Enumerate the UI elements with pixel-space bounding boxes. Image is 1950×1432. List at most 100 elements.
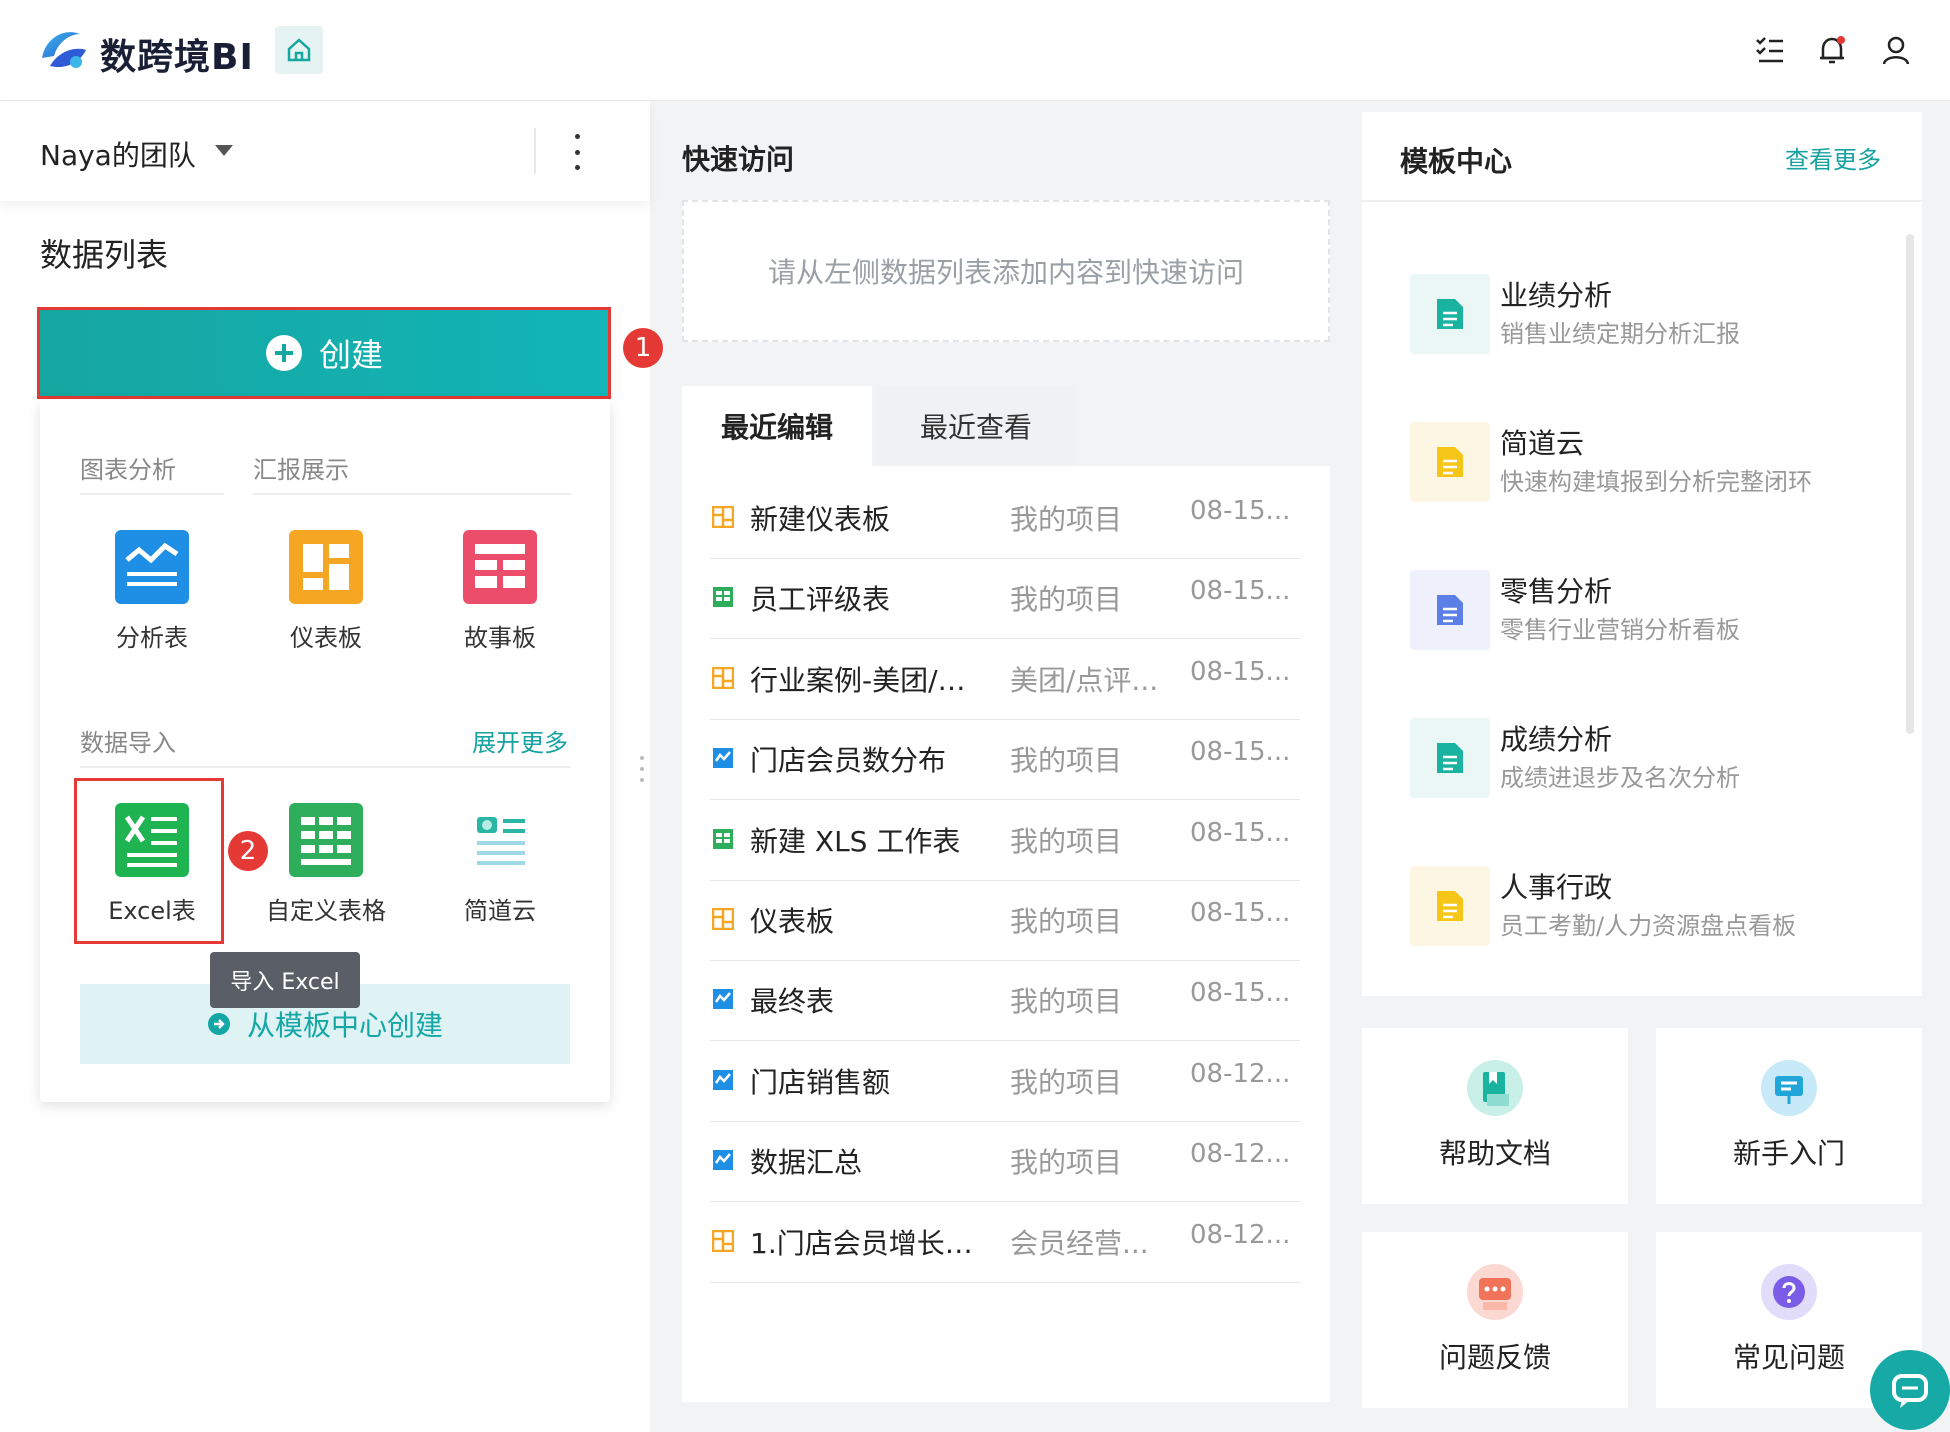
row-name: 仪表板	[750, 905, 835, 938]
chat-support-button[interactable]	[1870, 1350, 1950, 1430]
custom-table-icon	[289, 803, 363, 877]
row-name: 最终表	[750, 985, 835, 1019]
feedback-icon	[1467, 1264, 1523, 1320]
row-date: 08-15...	[1190, 817, 1291, 848]
create-analysis-table-button[interactable]: 分析表	[92, 530, 212, 653]
data-list-title: 数据列表	[40, 236, 169, 274]
dashboard-icon	[711, 666, 735, 690]
row-date: 08-12...	[1190, 1058, 1291, 1089]
recent-list-row[interactable]: 新建 XLS 工作表 我的项目 08-15...	[710, 800, 1300, 881]
template-description: 员工考勤/人力资源盘点看板	[1500, 912, 1797, 940]
category-report-display: 汇报展示	[253, 456, 349, 484]
dashboard-icon	[711, 1229, 735, 1252]
recent-list-row[interactable]: 最终表 我的项目 08-15...	[710, 960, 1300, 1042]
template-doc-icon	[1410, 866, 1490, 946]
row-date: 08-15...	[1190, 898, 1291, 928]
tab-recent-edit[interactable]: 最近编辑	[682, 386, 872, 466]
help-card-feedback[interactable]: 问题反馈	[1362, 1232, 1628, 1408]
create-storyboard-button[interactable]: 故事板	[440, 530, 560, 653]
arrow-right-circle-icon	[207, 1013, 230, 1035]
expand-more-link[interactable]: 展开更多	[472, 723, 568, 758]
help-card-beginner-guide[interactable]: 新手入门	[1656, 1028, 1922, 1204]
template-item[interactable]: 零售分析零售行业营销分析看板	[1410, 570, 1870, 650]
row-date: 08-15...	[1190, 978, 1291, 1009]
template-doc-icon	[1410, 718, 1490, 798]
home-button[interactable]	[275, 26, 323, 74]
row-name: 新建仪表板	[750, 503, 891, 536]
template-scrollbar[interactable]	[1906, 234, 1914, 734]
row-name: 1.门店会员增长分析	[750, 1226, 990, 1260]
divider	[80, 766, 571, 768]
template-name: 业绩分析	[1500, 279, 1613, 312]
row-project: 我的项目	[1010, 985, 1123, 1019]
row-project: 我的项目	[1010, 905, 1123, 938]
analysis-table-icon	[712, 747, 734, 769]
view-more-link[interactable]: 查看更多	[1785, 140, 1881, 175]
team-name[interactable]: Naya的团队	[40, 134, 196, 174]
row-project: 我的项目	[1010, 1146, 1123, 1180]
app-logo-icon[interactable]	[36, 22, 92, 78]
recent-list-row[interactable]: 行业案例-美团/点... 美团/点评... 08-15...	[710, 639, 1300, 720]
template-name: 简道云	[1500, 427, 1585, 460]
analysis-table-icon	[712, 988, 734, 1010]
resize-handle-icon[interactable]	[640, 756, 644, 782]
more-options-icon[interactable]	[572, 134, 582, 170]
tile-label: 自定义表格	[266, 897, 386, 925]
chat-icon	[1892, 1374, 1928, 1408]
custom-table-button[interactable]: 自定义表格	[256, 803, 396, 926]
tile-label: 故事板	[464, 624, 536, 652]
row-date: 08-15...	[1190, 656, 1291, 687]
quick-access-title: 快速访问	[682, 143, 795, 176]
template-center-panel	[1362, 112, 1922, 996]
dashboard-icon	[711, 907, 735, 931]
recent-list-row[interactable]: 门店会员数分布 我的项目 08-15...	[710, 719, 1300, 801]
row-name: 员工评级表	[750, 583, 891, 617]
recent-list-row[interactable]: 1.门店会员增长分析 会员经营... 08-12...	[710, 1202, 1300, 1283]
template-description: 销售业绩定期分析汇报	[1500, 320, 1740, 348]
category-data-import: 数据导入	[80, 729, 176, 757]
tab-recent-view[interactable]: 最近查看	[878, 386, 1074, 466]
row-project: 我的项目	[1010, 824, 1123, 858]
storyboard-icon	[463, 530, 537, 604]
recent-list-row[interactable]: 数据汇总 我的项目 08-12...	[710, 1121, 1300, 1203]
user-avatar-icon[interactable]	[1876, 30, 1916, 70]
template-item[interactable]: 成绩分析 成绩进退步及名次分析	[1410, 718, 1870, 798]
recent-list-row[interactable]: 新建仪表板 我的项目 08-15...	[710, 478, 1300, 559]
category-chart-analysis: 图表分析	[80, 456, 176, 484]
table-icon	[712, 828, 734, 850]
recent-list-row[interactable]: 员工评级表 我的项目 08-15...	[710, 558, 1300, 640]
jiandaoyun-icon	[477, 817, 525, 865]
template-name: 零售分析	[1500, 575, 1613, 608]
row-name: 数据汇总	[750, 1146, 863, 1180]
help-doc-icon	[1467, 1060, 1523, 1116]
tile-label: 简道云	[464, 897, 536, 925]
recent-list-row[interactable]: 门店销售额 我的项目 08-12...	[710, 1041, 1300, 1122]
notification-bell-icon[interactable]	[1812, 30, 1852, 70]
analysis-table-icon	[712, 1069, 734, 1091]
help-card-label: 帮助文档	[1438, 1137, 1551, 1170]
row-date: 08-15...	[1190, 576, 1291, 607]
row-project: 我的项目	[1010, 1065, 1123, 1099]
row-project: 会员经营...	[1010, 1226, 1149, 1260]
step-badge-1: 1	[623, 328, 663, 368]
help-card-help-doc[interactable]: 帮助文档	[1362, 1028, 1628, 1204]
template-item[interactable]: 简道云 快速构建填报到分析完整闭环	[1410, 422, 1870, 502]
home-icon	[287, 38, 311, 62]
create-dashboard-button[interactable]: 仪表板	[266, 530, 386, 653]
template-item[interactable]: 业绩分析销售业绩定期分析汇报	[1410, 274, 1870, 354]
template-doc-icon	[1410, 422, 1490, 502]
team-dropdown-caret-icon[interactable]	[215, 145, 233, 156]
jiandaoyun-button[interactable]: 简道云	[440, 803, 560, 926]
task-list-icon[interactable]	[1750, 30, 1790, 70]
row-date: 08-12...	[1190, 1219, 1291, 1250]
template-description: 零售行业营销分析看板	[1500, 616, 1740, 644]
template-description: 成绩进退步及名次分析	[1500, 764, 1740, 792]
faq-icon	[1761, 1264, 1817, 1320]
row-name: 门店销售额	[750, 1065, 891, 1099]
analysis-table-icon	[115, 530, 189, 604]
tile-label: 仪表板	[290, 624, 362, 652]
template-item[interactable]: 人事行政 员工考勤/人力资源盘点看板	[1410, 866, 1870, 946]
row-date: 08-12...	[1190, 1139, 1291, 1170]
analysis-table-icon	[712, 1149, 734, 1171]
recent-list-row[interactable]: 仪表板 我的项目 08-15...	[710, 880, 1300, 961]
